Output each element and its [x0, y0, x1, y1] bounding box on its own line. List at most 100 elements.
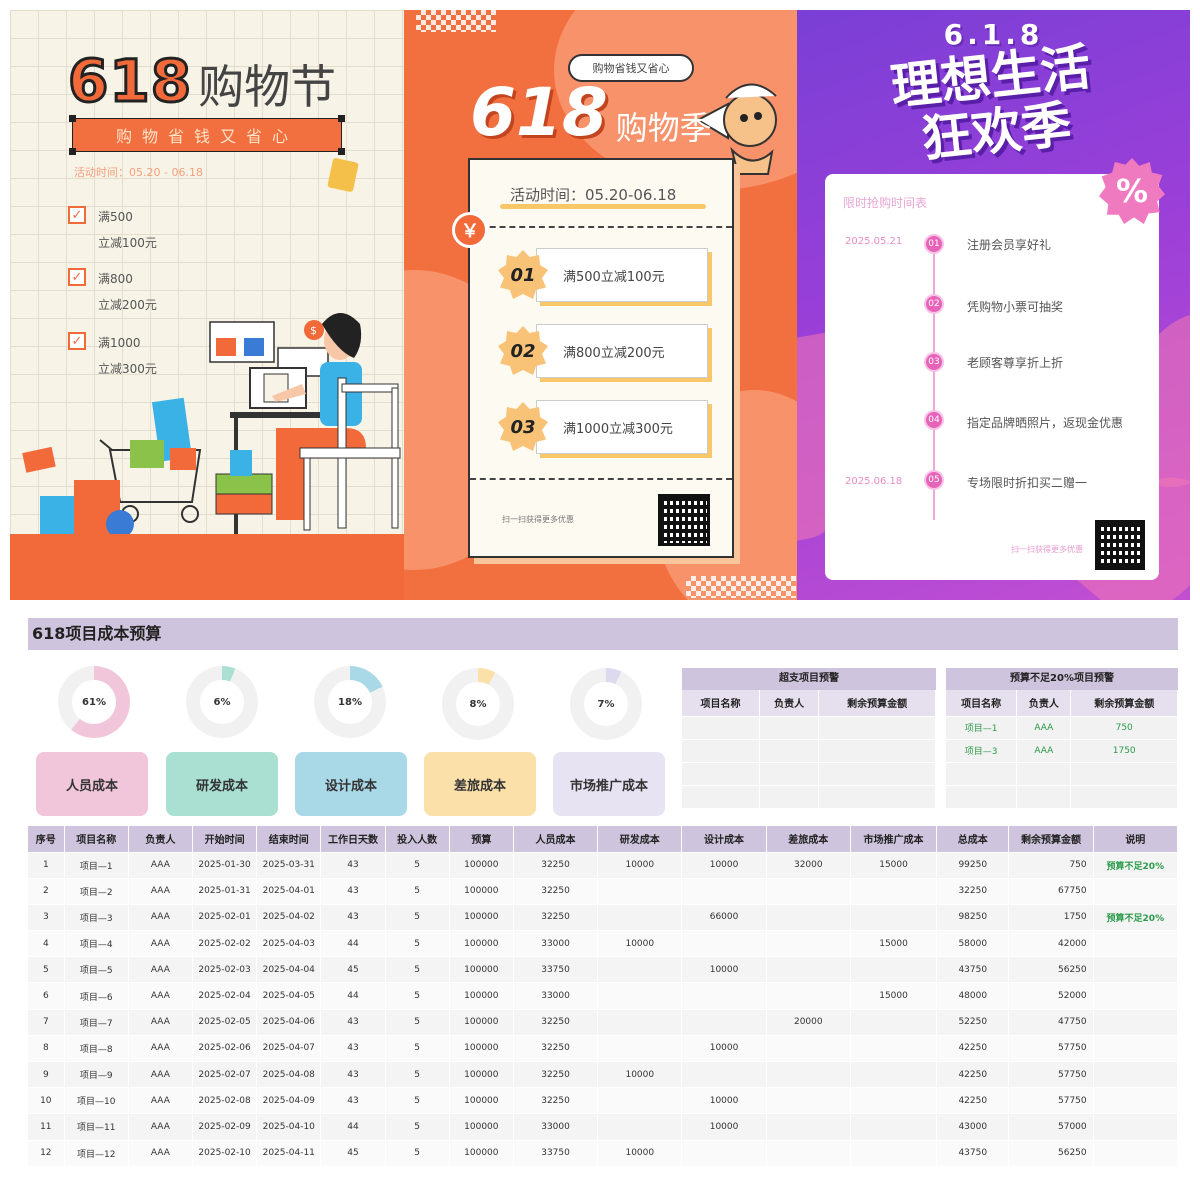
- cell[interactable]: [681, 1008, 767, 1036]
- cell[interactable]: 47750: [1008, 1008, 1094, 1036]
- cell[interactable]: 20000: [766, 1008, 851, 1036]
- cell[interactable]: 2025-04-06: [256, 1008, 322, 1036]
- cell[interactable]: [766, 877, 851, 905]
- cell[interactable]: [766, 903, 851, 931]
- cell[interactable]: 2025-02-06: [192, 1034, 258, 1062]
- cell[interactable]: 2025-01-31: [192, 877, 258, 905]
- cell[interactable]: 33750: [513, 1139, 599, 1167]
- cell[interactable]: 2025-02-04: [192, 982, 258, 1010]
- cell[interactable]: 44: [320, 930, 386, 957]
- cell[interactable]: [850, 1034, 938, 1062]
- cell[interactable]: AAA: [128, 982, 193, 1010]
- cell[interactable]: 5: [385, 877, 450, 905]
- cell[interactable]: 2025-04-11: [256, 1139, 322, 1167]
- cell[interactable]: 56250: [1008, 1139, 1094, 1167]
- cell[interactable]: 5: [385, 851, 450, 879]
- cell[interactable]: 1750: [1008, 903, 1094, 931]
- cell[interactable]: 43: [320, 877, 386, 905]
- cell[interactable]: AAA: [1016, 715, 1072, 739]
- cell[interactable]: [850, 1087, 938, 1114]
- cell[interactable]: [681, 877, 767, 905]
- cell[interactable]: 100000: [449, 903, 514, 931]
- cell[interactable]: 项目—4: [64, 930, 129, 957]
- cell[interactable]: [1093, 1139, 1179, 1167]
- cell[interactable]: 100000: [449, 851, 514, 879]
- cell[interactable]: 750: [1008, 851, 1094, 879]
- cell[interactable]: 2025-02-07: [192, 1060, 258, 1088]
- cell[interactable]: 10000: [681, 1034, 767, 1062]
- cell[interactable]: 10000: [597, 930, 683, 957]
- cell[interactable]: 100000: [449, 1139, 514, 1167]
- cell[interactable]: 2025-04-10: [256, 1113, 322, 1141]
- cell[interactable]: 43: [320, 851, 386, 879]
- cell[interactable]: 45: [320, 956, 386, 983]
- cell[interactable]: 5: [385, 930, 450, 957]
- cell[interactable]: 项目—3: [64, 903, 129, 931]
- cell[interactable]: 43: [320, 1060, 386, 1088]
- cell[interactable]: 43: [320, 1034, 386, 1062]
- cell[interactable]: 42250: [936, 1087, 1010, 1114]
- cell[interactable]: AAA: [128, 956, 193, 983]
- cell[interactable]: 100000: [449, 1034, 514, 1062]
- cell[interactable]: [681, 982, 767, 1010]
- cell[interactable]: [850, 1139, 938, 1167]
- cell[interactable]: 10000: [681, 851, 767, 879]
- cell[interactable]: 9: [28, 1060, 65, 1088]
- cell[interactable]: 10000: [681, 1087, 767, 1114]
- cell[interactable]: AAA: [128, 851, 193, 879]
- cell[interactable]: 2025-02-08: [192, 1087, 258, 1114]
- cell[interactable]: [597, 877, 683, 905]
- cell[interactable]: [597, 956, 683, 983]
- cell[interactable]: 5: [385, 982, 450, 1010]
- cell[interactable]: 2025-02-09: [192, 1113, 258, 1141]
- cell[interactable]: 2025-04-01: [256, 877, 322, 905]
- cell[interactable]: 5: [385, 903, 450, 931]
- cell[interactable]: 7: [28, 1008, 65, 1036]
- cell[interactable]: 57000: [1008, 1113, 1094, 1141]
- cell[interactable]: 15000: [850, 930, 938, 957]
- cell[interactable]: 750: [1070, 715, 1178, 739]
- cell[interactable]: [850, 1060, 938, 1088]
- cell[interactable]: 2025-04-05: [256, 982, 322, 1010]
- cell[interactable]: 8: [28, 1034, 65, 1062]
- cell[interactable]: 32250: [513, 1060, 599, 1088]
- cell[interactable]: 项目—9: [64, 1060, 129, 1088]
- cell[interactable]: 5: [385, 1087, 450, 1114]
- cell[interactable]: 5: [385, 1008, 450, 1036]
- cell[interactable]: [597, 903, 683, 931]
- cell[interactable]: 2025-02-10: [192, 1139, 258, 1167]
- cell[interactable]: 48000: [936, 982, 1010, 1010]
- cell[interactable]: AAA: [128, 903, 193, 931]
- cell[interactable]: [766, 982, 851, 1010]
- cell[interactable]: AAA: [128, 1139, 193, 1167]
- cell[interactable]: 56250: [1008, 956, 1094, 983]
- cell[interactable]: 100000: [449, 930, 514, 957]
- cell[interactable]: [850, 956, 938, 983]
- cell[interactable]: [681, 930, 767, 957]
- cell[interactable]: 3: [28, 903, 65, 931]
- cell[interactable]: 43: [320, 903, 386, 931]
- cell[interactable]: [1093, 956, 1179, 983]
- cell[interactable]: 2025-02-05: [192, 1008, 258, 1036]
- cell[interactable]: 5: [385, 956, 450, 983]
- cell[interactable]: 11: [28, 1113, 65, 1141]
- cell[interactable]: 10000: [597, 1060, 683, 1088]
- cell[interactable]: [766, 1087, 851, 1114]
- cell[interactable]: [1093, 1008, 1179, 1036]
- cell[interactable]: [597, 1008, 683, 1036]
- cell[interactable]: 项目—3: [946, 738, 1018, 762]
- cell[interactable]: [1093, 1113, 1179, 1141]
- cell[interactable]: 项目—10: [64, 1087, 129, 1114]
- cell[interactable]: 1: [28, 851, 65, 879]
- cell[interactable]: [1093, 1060, 1179, 1088]
- cell[interactable]: 32250: [513, 1087, 599, 1114]
- cell[interactable]: 44: [320, 1113, 386, 1141]
- cell[interactable]: 57750: [1008, 1034, 1094, 1062]
- cell[interactable]: 33000: [513, 982, 599, 1010]
- cell[interactable]: 2025-02-01: [192, 903, 258, 931]
- cell[interactable]: [1093, 982, 1179, 1010]
- cell[interactable]: [766, 930, 851, 957]
- cell[interactable]: 32000: [766, 851, 851, 879]
- cell[interactable]: 6: [28, 982, 65, 1010]
- cell[interactable]: 100000: [449, 1008, 514, 1036]
